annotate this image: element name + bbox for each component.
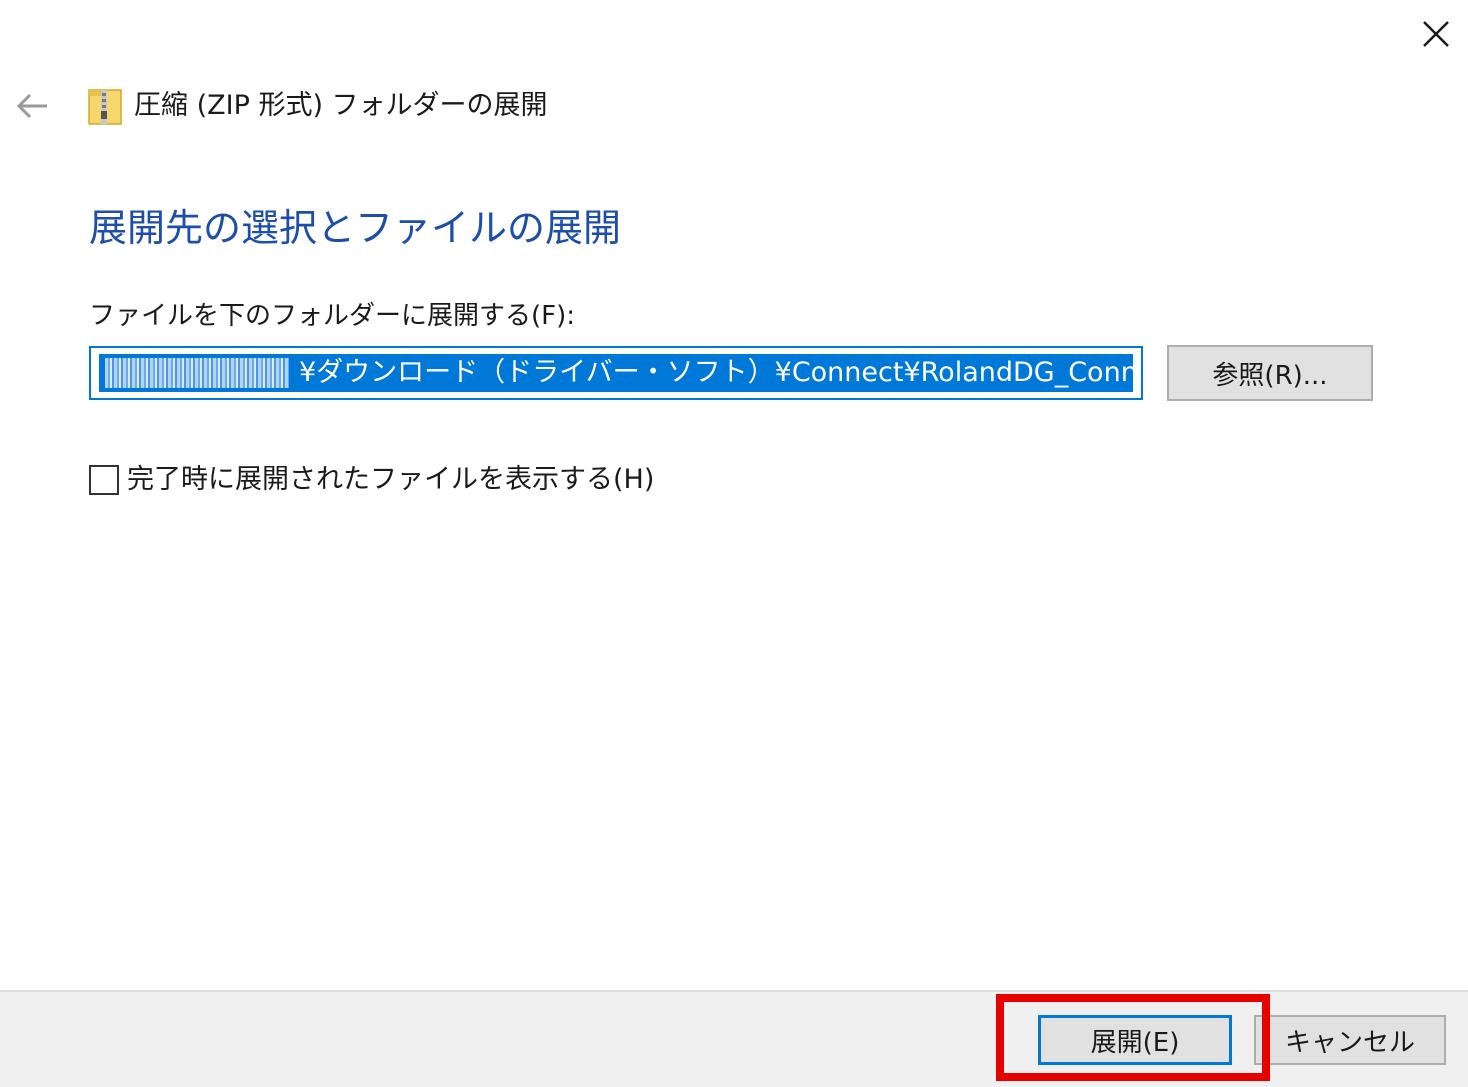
back-button[interactable] <box>10 86 54 126</box>
show-files-checkbox[interactable] <box>89 465 119 495</box>
back-arrow-icon <box>16 93 47 119</box>
close-icon <box>1423 21 1449 47</box>
show-files-label: 完了時に展開されたファイルを表示する(H) <box>127 464 655 495</box>
extract-zip-dialog: 圧縮 (ZIP 形式) フォルダーの展開 展開先の選択とファイルの展開 ファイル… <box>0 0 1468 1087</box>
destination-path-input[interactable]: ¥ダウンロード（ドライバー・ソフト）¥Connect¥RolandDG_Conn… <box>89 346 1143 400</box>
cancel-button[interactable]: キャンセル <box>1254 1015 1446 1065</box>
browse-button[interactable]: 参照(R)... <box>1167 345 1373 401</box>
zip-folder-icon <box>88 89 122 125</box>
dialog-footer <box>0 990 1468 1087</box>
window-title: 圧縮 (ZIP 形式) フォルダーの展開 <box>134 90 548 121</box>
page-heading: 展開先の選択とファイルの展開 <box>89 206 622 250</box>
redacted-path-prefix <box>105 358 289 388</box>
destination-label: ファイルを下のフォルダーに展開する(F): <box>89 301 576 331</box>
close-button[interactable] <box>1410 10 1462 58</box>
extract-button[interactable]: 展開(E) <box>1038 1015 1232 1065</box>
destination-path-text: ¥ダウンロード（ドライバー・ソフト）¥Connect¥RolandDG_Conn… <box>299 357 1141 388</box>
show-files-option[interactable]: 完了時に展開されたファイルを表示する(H) <box>89 460 654 500</box>
